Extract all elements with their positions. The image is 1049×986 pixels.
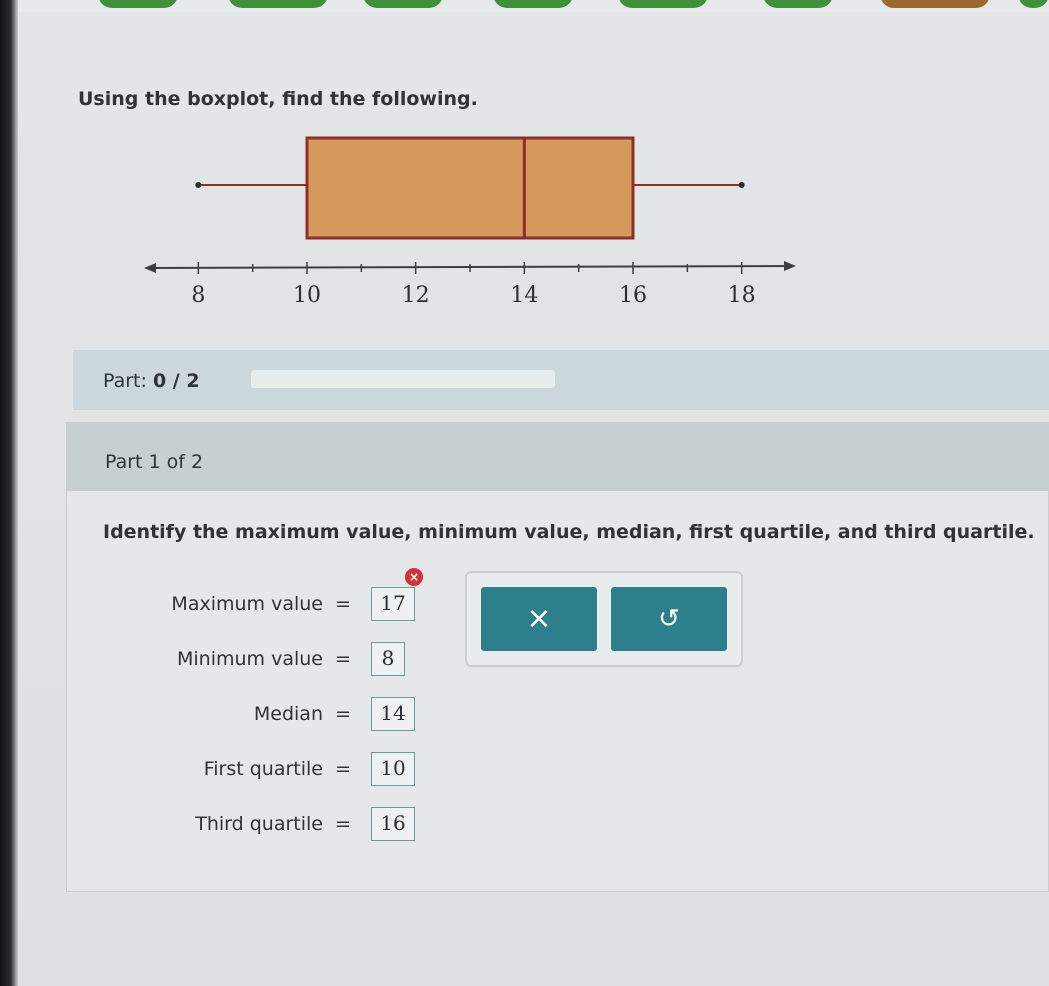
axis-arrow-left [144,263,156,273]
action-button-group: × ↺ [465,571,743,667]
top-tab[interactable] [1018,0,1049,8]
minimum-point [195,182,202,188]
close-icon: × [526,601,552,636]
answer-row-third-quartile: Third quartile = [127,807,351,841]
progress-label-text: Part: [103,370,147,392]
first-quartile-input[interactable]: 10 [371,752,415,786]
top-tab[interactable] [493,0,573,8]
progress-label: Part: 0 / 2 [103,370,200,392]
maximum-value-input[interactable]: 17 [371,587,415,621]
answer-row-minimum: Minimum value = [127,642,351,676]
top-tab[interactable] [763,0,833,8]
minimum-value-input[interactable]: 8 [371,642,405,676]
third-quartile-input[interactable]: 16 [371,807,415,841]
error-x-icon: × [405,568,423,586]
answer-row-median: Median = [127,697,351,731]
undo-icon: ↺ [658,604,680,634]
part-content: Part 1 of 2 Identify the maximum value, … [66,422,1049,892]
top-tab[interactable] [228,0,328,8]
tick-label: 18 [728,283,756,308]
top-tab-strip [18,0,1049,12]
minimum-label: Minimum value = [176,648,351,670]
third-quartile-label: Third quartile = [195,813,351,835]
median-input[interactable]: 14 [371,697,415,731]
maximum-point [738,182,745,188]
progress-value: 0 / 2 [152,370,200,392]
boxplot-body [195,136,745,240]
screen-bezel [0,0,18,986]
tick-label: 16 [619,283,647,308]
tick-label: 12 [402,283,430,308]
instruction-text: Using the boxplot, find the following. [78,88,478,110]
part-header: Part 1 of 2 [67,423,1049,491]
progress-bar-section: Part: 0 / 2 [73,350,1049,410]
tick-label: 14 [510,283,538,308]
maximum-label: Maximum value = [171,593,351,615]
axis-arrow-right [784,261,796,271]
tick-label: 10 [293,283,321,308]
interquartile-box [305,136,635,240]
top-tab[interactable] [98,0,178,8]
progress-track [251,370,555,388]
median-label: Median = [253,703,351,725]
tick-label: 8 [191,283,205,308]
top-tab[interactable] [363,0,443,8]
answer-row-maximum: Maximum value = [127,587,351,621]
first-quartile-label: First quartile = [203,758,351,780]
clear-button[interactable]: × [481,587,597,651]
number-line-axis: 8 10 12 14 16 18 [144,261,796,308]
top-tab[interactable] [618,0,708,8]
answer-row-first-quartile: First quartile = [127,752,351,786]
boxplot-chart: 8 10 12 14 16 18 [144,136,796,308]
top-tab[interactable] [880,0,990,8]
undo-button[interactable]: ↺ [611,587,727,651]
question-text: Identify the maximum value, minimum valu… [103,521,1035,543]
part-header-text: Part 1 of 2 [105,451,204,473]
